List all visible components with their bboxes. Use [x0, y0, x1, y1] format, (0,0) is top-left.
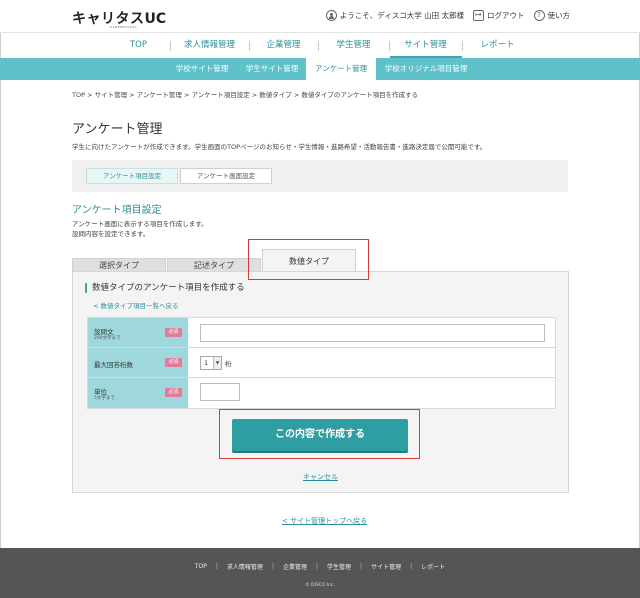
footer-link-top[interactable]: TOP: [195, 563, 207, 570]
footer-link-company[interactable]: 企業管理: [283, 562, 307, 571]
tab-survey-screen-settings[interactable]: アンケート画面設定: [180, 168, 272, 184]
tab-select-type[interactable]: 選択タイプ: [72, 258, 166, 272]
back-to-numeric-list-link[interactable]: < 数値タイプ項目一覧へ戻る: [93, 300, 179, 310]
person-icon: [325, 10, 337, 21]
question-limit: 200文字まで: [94, 336, 121, 341]
section-title: アンケート項目設定: [72, 205, 162, 216]
main-nav: TOP 求人情報管理 企業管理 学生管理 サイト管理 レポート: [0, 32, 640, 59]
unit-label-cell: 単位 5文字まで 必須: [88, 378, 188, 408]
logo-uc-text: UC: [144, 11, 167, 27]
footer-link-site[interactable]: サイト管理: [371, 562, 401, 571]
main-nav-top[interactable]: TOP: [108, 33, 170, 59]
footer-link-job-info[interactable]: 求人情報管理: [227, 562, 263, 571]
create-button[interactable]: この内容で作成する: [232, 419, 408, 451]
required-badge: 必須: [165, 358, 182, 367]
sub-nav-original-items[interactable]: 学校オリジナル項目管理: [378, 58, 474, 80]
logout-icon[interactable]: [473, 10, 484, 21]
section-desc-line2: 設問内容を設定できます。: [72, 230, 150, 238]
required-badge: 必須: [165, 328, 182, 337]
tab-survey-item-settings[interactable]: アンケート項目設定: [86, 168, 178, 184]
footer-link-student[interactable]: 学生管理: [327, 562, 351, 571]
main-nav-company[interactable]: 企業管理: [250, 33, 318, 59]
footer-nav: TOP | 求人情報管理 | 企業管理 | 学生管理 | サイト管理 | レポー…: [194, 562, 446, 571]
user-area: ようこそ、ディスコ大学 山田 太郎様 ログアウト ? 使い方: [325, 10, 571, 21]
tab-text-type[interactable]: 記述タイプ: [167, 258, 261, 272]
digits-unit-text: 桁: [225, 360, 232, 368]
cancel-link[interactable]: キャンセル: [303, 472, 338, 482]
max-digits-label: 最大回答桁数: [94, 361, 133, 369]
sub-nav-survey[interactable]: アンケート管理: [306, 58, 376, 80]
logout-link[interactable]: ログアウト: [487, 10, 525, 21]
help-link[interactable]: 使い方: [548, 10, 571, 21]
footer-link-report[interactable]: レポート: [421, 562, 445, 571]
form-row-unit: 単位 5文字まで 必須: [88, 378, 555, 408]
logo-sub-text: CAREERTASUC: [110, 25, 138, 29]
main-nav-job-info[interactable]: 求人情報管理: [171, 33, 249, 59]
page-description: 学生に向けたアンケートが作成できます。学生画面のTOPページのお知らせ・学生情報…: [72, 143, 487, 151]
section-desc-line1: アンケート画面に表示する項目を作成します。: [72, 220, 208, 228]
max-digits-select[interactable]: 1 ▼: [200, 356, 222, 370]
setting-tab-box: アンケート項目設定 アンケート画面設定: [72, 160, 568, 192]
main-nav-student[interactable]: 学生管理: [319, 33, 389, 59]
question-label-cell: 設問文 200文字まで 必須: [88, 318, 188, 347]
welcome-text: ようこそ、ディスコ大学 山田 太郎様: [339, 11, 464, 20]
back-to-site-top-link[interactable]: < サイト管理トップへ戻る: [282, 516, 367, 526]
panel-title: 数値タイプのアンケート項目を作成する: [85, 283, 245, 293]
help-icon[interactable]: ?: [533, 10, 545, 21]
breadcrumb[interactable]: TOP > サイト管理 > アンケート管理 > アンケート項目設定 > 数値タイ…: [72, 89, 418, 99]
main-nav-report[interactable]: レポート: [463, 33, 533, 59]
unit-limit: 5文字まで: [94, 396, 115, 401]
max-digits-label-cell: 最大回答桁数 必須: [88, 348, 188, 377]
main-nav-site[interactable]: サイト管理: [389, 33, 462, 59]
sub-nav: 学校サイト管理 学生サイト管理 アンケート管理 学校オリジナル項目管理: [0, 58, 640, 80]
required-badge: 必須: [165, 388, 182, 397]
question-input[interactable]: [200, 324, 545, 342]
sub-nav-student-site[interactable]: 学生サイト管理: [238, 58, 306, 80]
sub-nav-school-site[interactable]: 学校サイト管理: [166, 58, 238, 80]
survey-form: 設問文 200文字まで 必須 最大回答桁数 必須 1 ▼ 桁 単位 5文字まで …: [87, 317, 556, 409]
unit-input[interactable]: [200, 383, 240, 401]
site-footer: TOP | 求人情報管理 | 企業管理 | 学生管理 | サイト管理 | レポー…: [0, 548, 640, 598]
form-row-question: 設問文 200文字まで 必須: [88, 318, 555, 348]
section-description: アンケート画面に表示する項目を作成します。 設問内容を設定できます。: [72, 219, 208, 239]
site-header: キャリタスUC CAREERTASUC ようこそ、ディスコ大学 山田 太郎様 ロ…: [0, 0, 640, 32]
highlight-box-tab: [248, 239, 369, 280]
page-title: アンケート管理: [72, 122, 163, 137]
site-logo[interactable]: キャリタスUC CAREERTASUC: [72, 8, 167, 29]
form-panel: 数値タイプのアンケート項目を作成する < 数値タイプ項目一覧へ戻る 設問文 20…: [72, 271, 569, 493]
chevron-down-icon[interactable]: ▼: [213, 357, 221, 369]
max-digits-value: 1: [204, 359, 209, 367]
copyright: © DISCO Inc.: [305, 583, 335, 588]
form-row-max-digits: 最大回答桁数 必須 1 ▼ 桁: [88, 348, 555, 378]
